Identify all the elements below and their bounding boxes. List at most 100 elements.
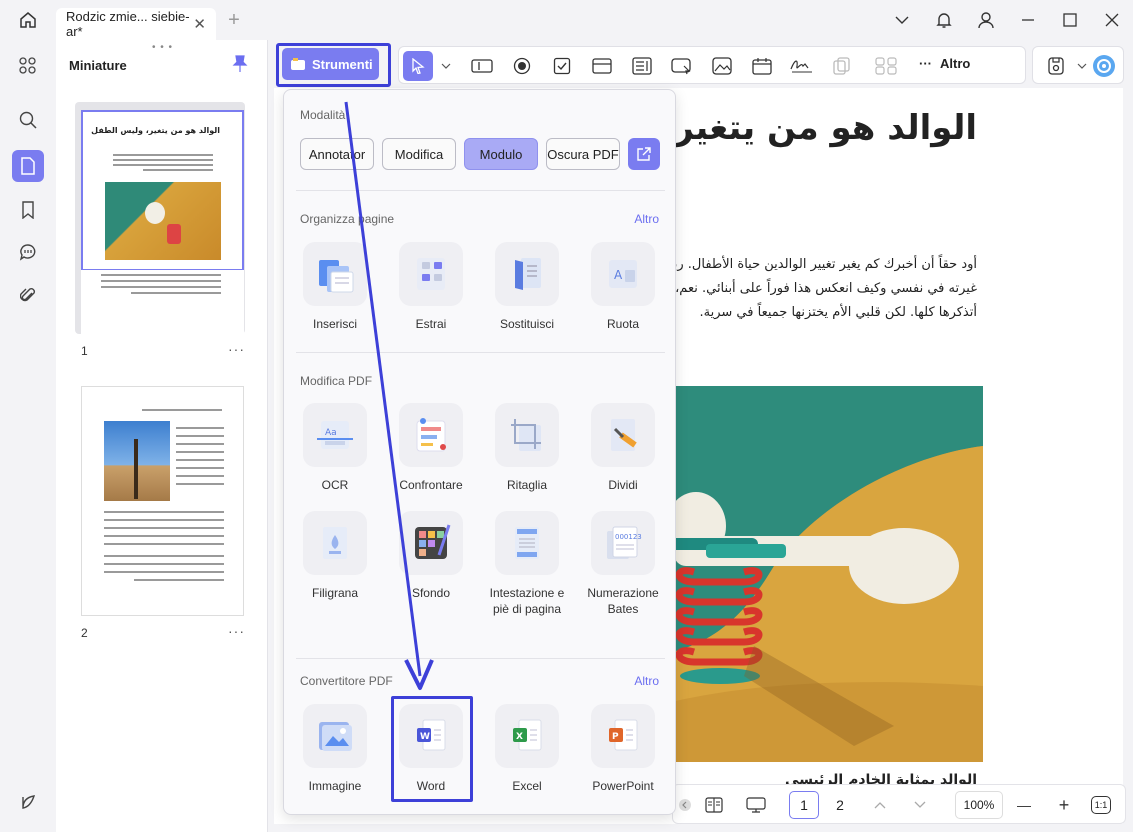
tool-filigrana[interactable]: Filigrana [293,511,377,601]
tool-inserisci[interactable]: Inserisci [293,242,377,332]
background-icon [399,511,463,575]
tool-label: OCR [321,478,349,492]
fit-page-button[interactable]: 1:1 [1091,796,1111,814]
bell-icon[interactable] [923,0,965,40]
zoom-in-button[interactable]: + [1049,791,1079,819]
comment-icon[interactable] [12,236,44,268]
rotate-pages-icon: A [591,242,655,306]
thumbnail-page-1-number: 1 [81,344,88,358]
strumenti-button[interactable]: Strumenti [282,48,379,80]
button-field-icon[interactable] [669,53,695,79]
mode-annotator-button[interactable]: Annotator [300,138,374,170]
tool-intestazione[interactable]: Intestazione e piè di pagina [485,511,569,617]
close-window-icon[interactable] [1091,0,1133,40]
image-field-icon[interactable] [709,53,735,79]
chevron-down-icon[interactable] [905,791,935,819]
mode-oscura-pdf-button[interactable]: Oscura PDF [546,138,620,170]
open-external-icon[interactable] [628,138,660,170]
previous-arrow-icon[interactable] [675,791,695,819]
tool-label: Dividi [608,478,638,492]
document-tab-title: Rodzic zmie... siebie-ar* [66,9,190,39]
close-tab-icon[interactable]: ✕ [193,15,206,33]
tool-sostituisci[interactable]: Sostituisci [485,242,569,332]
paperclip-icon[interactable] [12,280,44,312]
pin-icon[interactable] [232,55,248,78]
text-field-icon[interactable] [469,53,495,79]
align-grid-icon[interactable] [873,53,899,79]
mode-modulo-button[interactable]: Modulo [464,138,538,170]
signature-icon[interactable] [789,53,815,79]
single-page-view-icon[interactable] [699,791,729,819]
excel-convert-icon: X [495,704,559,768]
user-icon[interactable] [965,0,1007,40]
page-1-button[interactable]: 1 [789,791,819,819]
page-icon[interactable] [12,150,44,182]
grid-icon[interactable] [12,50,44,82]
thumbnail-page-2[interactable] [81,386,244,616]
insert-pages-icon [303,242,367,306]
app-logo-icon[interactable] [12,786,44,818]
save-icon[interactable] [1043,53,1069,79]
date-field-icon[interactable] [749,53,775,79]
duplicate-icon[interactable] [829,53,855,79]
tool-group: ··· Altro [398,46,1026,84]
chevron-up-icon[interactable] [865,791,895,819]
zoom-level[interactable]: 100% [955,791,1003,819]
thumbnail-page-1[interactable]: الوالد هو من يتغير، وليس الطفل [81,110,244,271]
zoom-out-button[interactable]: — [1009,791,1039,819]
tool-label: Confrontare [399,478,463,492]
tool-label: Immagine [308,779,362,793]
left-rail [0,40,56,832]
organizza-altro-link[interactable]: Altro [634,212,659,226]
altro-label: Altro [940,56,971,71]
chevron-down-icon[interactable] [881,0,923,40]
select-tool-icon[interactable] [403,51,433,81]
altro-button[interactable]: ··· Altro [919,56,970,71]
resize-handle[interactable]: • • • [152,42,173,53]
checkbox-icon[interactable] [549,53,575,79]
bookmark-icon[interactable] [12,194,44,226]
main-toolbar: Strumenti ··· Altro [270,40,1133,88]
maximize-icon[interactable] [1049,0,1091,40]
section-title-convertitore: Convertitore PDF [300,674,393,688]
tool-ruota[interactable]: A Ruota [581,242,665,332]
tool-label: Sostituisci [499,317,555,331]
search-icon[interactable] [12,104,44,136]
tool-confrontare[interactable]: Confrontare [389,403,473,493]
tool-immagine[interactable]: Immagine [293,704,377,794]
tool-excel[interactable]: X Excel [485,704,569,794]
radio-button-icon[interactable] [509,53,535,79]
list-box-icon[interactable] [629,53,655,79]
select-dropdown-icon[interactable] [433,53,459,79]
tool-label: Excel [512,779,542,793]
minimize-icon[interactable] [1007,0,1049,40]
tool-ritaglia[interactable]: Ritaglia [485,403,569,493]
tool-sfondo[interactable]: Sfondo [389,511,473,601]
page-2-button[interactable]: 2 [825,791,855,819]
thumbnail-page-2-more-button[interactable]: ··· [228,623,245,639]
document-tab[interactable]: Rodzic zmie... siebie-ar* ✕ [56,8,216,40]
thumbnails-panel: • • • Miniature الوالد هو من يتغير، وليس… [56,40,268,832]
right-tool-group [1032,46,1124,84]
ai-assistant-icon[interactable] [1091,53,1117,79]
tool-dividi[interactable]: Dividi [581,403,665,493]
powerpoint-convert-icon: P [591,704,655,768]
document-title: الوالد هو من يتغير، [661,108,977,148]
new-tab-button[interactable]: + [216,9,252,32]
tool-powerpoint[interactable]: P PowerPoint [581,704,665,794]
tool-numerazione-bates[interactable]: 000123 Numerazione Bates [581,511,665,617]
thumbnail-page-1-more-button[interactable]: ··· [228,341,245,357]
mode-modifica-button[interactable]: Modifica [382,138,456,170]
thumbnails-title: Miniature [69,58,127,73]
tool-ocr[interactable]: Aa OCR [293,403,377,493]
ocr-icon: Aa [303,403,367,467]
tool-estrai[interactable]: Estrai [389,242,473,332]
convertitore-altro-link[interactable]: Altro [634,674,659,688]
tool-label: Numerazione Bates [587,586,659,616]
presentation-icon[interactable] [741,791,771,819]
toolbox-icon [291,58,305,70]
document-photo [654,386,983,762]
divider [296,352,665,353]
home-icon[interactable] [0,0,56,40]
combo-box-icon[interactable] [589,53,615,79]
